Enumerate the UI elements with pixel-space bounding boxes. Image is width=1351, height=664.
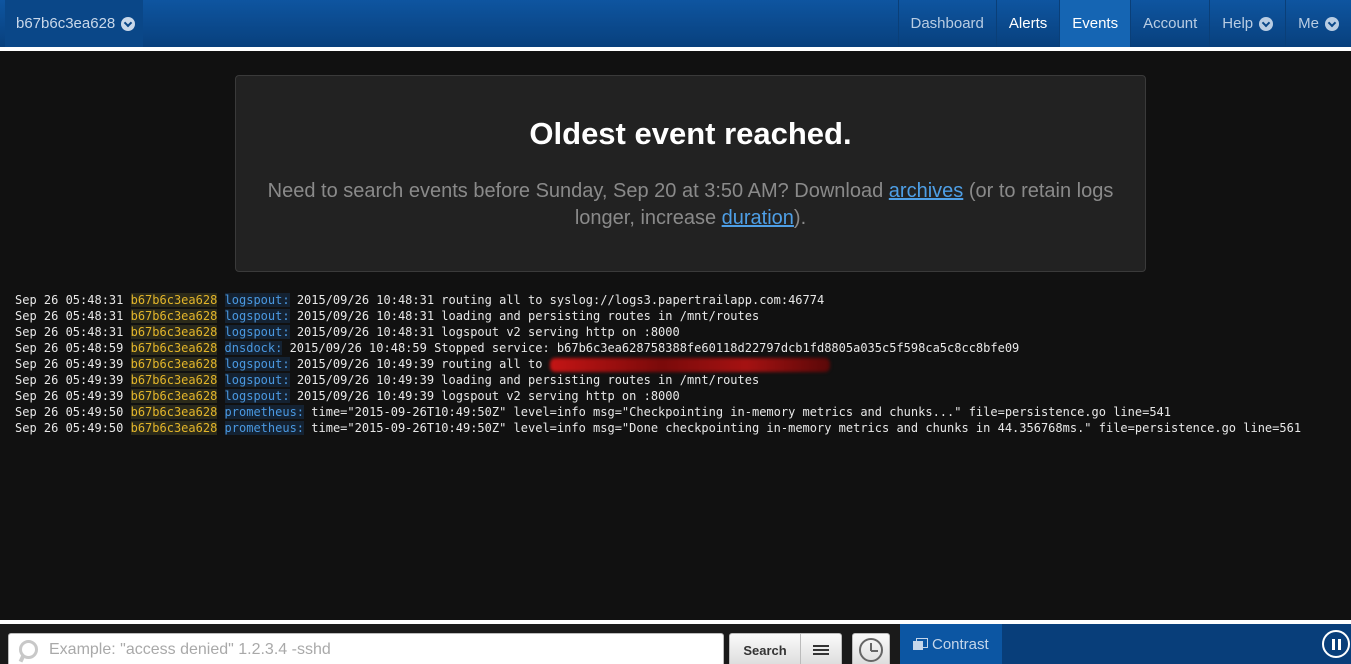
log-row: Sep 26 05:49:39 b67b6c3ea628 logspout: 2… (15, 356, 1301, 372)
nav-dashboard[interactable]: Dashboard (897, 0, 996, 47)
log-program[interactable]: logspout: (224, 309, 290, 323)
nav-account[interactable]: Account (1130, 0, 1209, 47)
time-seek-button[interactable] (852, 633, 890, 664)
chevron-down-icon (1325, 16, 1339, 31)
log-row: Sep 26 05:49:50 b67b6c3ea628 prometheus:… (15, 420, 1301, 436)
log-message: 2015/09/26 10:48:59 Stopped service: b67… (289, 341, 1020, 355)
log-host[interactable]: b67b6c3ea628 (130, 325, 218, 339)
search-icon (17, 639, 39, 661)
log-program[interactable]: logspout: (224, 293, 290, 307)
nav-me[interactable]: Me (1285, 0, 1351, 47)
log-timestamp[interactable]: Sep 26 05:48:31 (15, 325, 123, 339)
chevron-down-icon (1259, 16, 1274, 31)
chevron-down-icon (121, 16, 136, 31)
saved-searches-button[interactable] (800, 633, 842, 664)
nav-me-label: Me (1298, 15, 1319, 32)
log-timestamp[interactable]: Sep 26 05:48:59 (15, 341, 123, 355)
log-timestamp[interactable]: Sep 26 05:49:39 (15, 389, 123, 403)
system-name: b67b6c3ea628 (16, 15, 116, 32)
log-program[interactable]: logspout: (224, 389, 290, 403)
nav-account-label: Account (1143, 15, 1198, 32)
contrast-label: Contrast (932, 635, 989, 653)
oldest-event-notice: Oldest event reached. Need to search eve… (235, 75, 1146, 272)
log-host[interactable]: b67b6c3ea628 (130, 421, 218, 435)
log-message: time="2015-09-26T10:49:50Z" level=info m… (311, 421, 1302, 435)
log-program[interactable]: prometheus: (224, 405, 305, 419)
nav-events-label: Events (1072, 15, 1119, 32)
notice-text: Need to search events before Sunday, Sep… (266, 178, 1116, 232)
log-row: Sep 26 05:48:31 b67b6c3ea628 logspout: 2… (15, 324, 1301, 340)
log-row: Sep 26 05:49:39 b67b6c3ea628 logspout: 2… (15, 372, 1301, 388)
log-host[interactable]: b67b6c3ea628 (130, 357, 218, 371)
search-input[interactable] (49, 641, 709, 659)
nav-dashboard-label: Dashboard (910, 15, 984, 32)
log-host[interactable]: b67b6c3ea628 (130, 341, 218, 355)
contrast-toggle[interactable]: Contrast (900, 624, 1002, 664)
log-host[interactable]: b67b6c3ea628 (130, 293, 218, 307)
log-timestamp[interactable]: Sep 26 05:49:39 (15, 357, 123, 371)
log-program[interactable]: logspout: (224, 357, 290, 371)
top-navbar: b67b6c3ea628 Dashboard Alerts Events Acc… (0, 0, 1351, 51)
notice-title: Oldest event reached. (529, 116, 852, 151)
nav-help[interactable]: Help (1209, 0, 1285, 47)
log-row: Sep 26 05:49:39 b67b6c3ea628 logspout: 2… (15, 388, 1301, 404)
log-row: Sep 26 05:49:50 b67b6c3ea628 prometheus:… (15, 404, 1301, 420)
log-row: Sep 26 05:48:31 b67b6c3ea628 logspout: 2… (15, 292, 1301, 308)
system-selector[interactable]: b67b6c3ea628 (5, 0, 143, 47)
event-log: Sep 26 05:48:31 b67b6c3ea628 logspout: 2… (15, 292, 1301, 436)
search-box (8, 633, 724, 664)
log-host[interactable]: b67b6c3ea628 (130, 373, 218, 387)
log-timestamp[interactable]: Sep 26 05:48:31 (15, 293, 123, 307)
log-timestamp[interactable]: Sep 26 05:49:50 (15, 405, 123, 419)
redacted-destination (549, 357, 830, 372)
log-message: time="2015-09-26T10:49:50Z" level=info m… (311, 405, 1171, 419)
log-message: 2015/09/26 10:49:39 logspout v2 serving … (296, 389, 680, 403)
log-message: 2015/09/26 10:48:31 logspout v2 serving … (296, 325, 680, 339)
nav-alerts[interactable]: Alerts (995, 0, 1059, 47)
duration-link[interactable]: duration (722, 207, 794, 229)
log-timestamp[interactable]: Sep 26 05:49:39 (15, 373, 123, 387)
log-program[interactable]: logspout: (224, 373, 290, 387)
log-program[interactable]: prometheus: (224, 421, 305, 435)
nav-alerts-label: Alerts (1008, 15, 1048, 32)
log-timestamp[interactable]: Sep 26 05:49:50 (15, 421, 123, 435)
log-message: 2015/09/26 10:49:39 loading and persisti… (296, 373, 760, 387)
log-host[interactable]: b67b6c3ea628 (130, 389, 218, 403)
notice-text-after: ). (793, 207, 807, 229)
log-program[interactable]: dnsdock: (224, 341, 283, 355)
log-message: 2015/09/26 10:49:39 routing all to (296, 357, 550, 371)
archives-link[interactable]: archives (889, 180, 963, 202)
log-row: Sep 26 05:48:31 b67b6c3ea628 logspout: 2… (15, 308, 1301, 324)
nav-events[interactable]: Events (1059, 0, 1131, 47)
clock-icon (859, 638, 883, 662)
list-icon (813, 644, 829, 656)
nav-help-label: Help (1222, 15, 1254, 32)
log-host[interactable]: b67b6c3ea628 (130, 309, 218, 323)
log-timestamp[interactable]: Sep 26 05:48:31 (15, 309, 123, 323)
log-row: Sep 26 05:48:59 b67b6c3ea628 dnsdock: 20… (15, 340, 1301, 356)
notice-text-before: Need to search events before Sunday, Sep… (267, 180, 889, 202)
pause-button[interactable] (1322, 630, 1350, 658)
contrast-icon (913, 638, 928, 650)
main-nav: Dashboard Alerts Events Account Help Me (897, 0, 1351, 47)
log-message: 2015/09/26 10:48:31 loading and persisti… (296, 309, 760, 323)
log-message: 2015/09/26 10:48:31 routing all to syslo… (296, 293, 825, 307)
log-program[interactable]: logspout: (224, 325, 290, 339)
log-host[interactable]: b67b6c3ea628 (130, 405, 218, 419)
search-button[interactable]: Search (729, 633, 801, 664)
